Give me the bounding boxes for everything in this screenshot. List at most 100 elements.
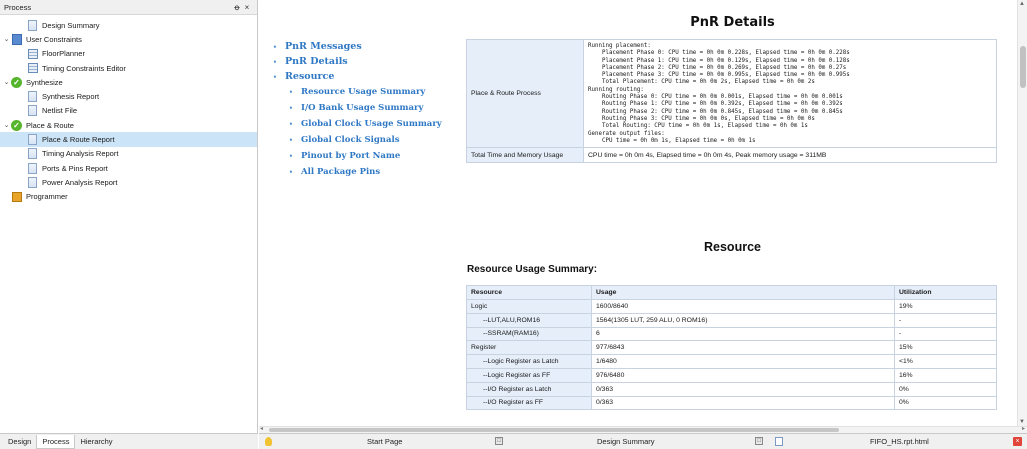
bullet-icon: • xyxy=(273,44,277,51)
toc-link[interactable]: Resource xyxy=(285,71,334,82)
tree-item[interactable]: ⌄ ✓ Synthesize xyxy=(0,75,257,89)
toc-sub-package-pins[interactable]: • All Package Pins xyxy=(273,164,442,180)
table-row: --Logic Register as Latch 1/6480 <1% xyxy=(466,354,997,369)
tree-item-label: Ports & Pins Report xyxy=(42,163,108,173)
tab-label: Design Summary xyxy=(597,437,655,446)
chevron-down-icon[interactable]: ⌄ xyxy=(2,121,11,129)
toc-item-pnr-messages[interactable]: • PnR Messages xyxy=(273,39,442,54)
table-cell-label: Total Time and Memory Usage xyxy=(466,147,584,164)
pin-icon[interactable]: ꝋ xyxy=(232,3,242,12)
tree-item[interactable]: Place & Route Report xyxy=(0,132,257,147)
tab-design-summary[interactable]: Design Summary □ xyxy=(509,434,769,449)
chevron-down-icon[interactable]: ⌄ xyxy=(2,78,11,86)
close-icon[interactable]: □ xyxy=(495,437,503,445)
table-cell: 977/6843 xyxy=(591,340,895,356)
tree-item-label: Power Analysis Report xyxy=(42,177,118,187)
toc-sub-global-clock-signals[interactable]: • Global Clock Signals xyxy=(273,132,442,148)
table-cell-value: Running placement: Placement Phase 0: CP… xyxy=(583,38,997,149)
tree-item[interactable]: Timing Constraints Editor xyxy=(0,61,257,75)
tab-start-page[interactable]: Start Page □ xyxy=(259,434,503,449)
toc-link[interactable]: All Package Pins xyxy=(301,167,380,177)
tree-item[interactable]: Synthesis Report xyxy=(0,89,257,103)
table-cell: 1/6480 xyxy=(591,354,895,369)
panel-header: Process ꝋ × xyxy=(0,0,257,15)
document-tabs: Start Page □ Design Summary □ FIFO_HS.rp… xyxy=(259,433,1027,449)
table-cell: Register xyxy=(466,340,592,356)
scroll-thumb[interactable] xyxy=(269,428,839,432)
table-cell: 6 xyxy=(591,326,895,342)
table-cell: 0% xyxy=(894,381,997,397)
scroll-left-icon[interactable]: ◂ xyxy=(260,425,263,432)
tree-item[interactable]: ⌄ User Constraints xyxy=(0,32,257,46)
tab-design[interactable]: Design xyxy=(3,435,36,449)
table-cell: 0/363 xyxy=(591,381,895,397)
tab-label: Start Page xyxy=(367,437,403,446)
table-cell: <1% xyxy=(894,354,997,369)
tree-item[interactable]: Power Analysis Report xyxy=(0,175,257,189)
chevron-down-icon[interactable]: ⌄ xyxy=(2,35,11,43)
table-row: Logic 1600/8640 19% xyxy=(466,299,997,314)
vertical-scrollbar[interactable]: ▲ ▼ xyxy=(1017,0,1027,426)
tab-process[interactable]: Process xyxy=(36,434,76,449)
table-cell: 1600/8640 xyxy=(591,299,895,314)
table-cell: 0% xyxy=(894,395,997,411)
scroll-thumb[interactable] xyxy=(1020,46,1026,88)
toc-sub-io-bank[interactable]: • I/O Bank Usage Summary xyxy=(273,100,442,116)
pnr-details-heading: PnR Details xyxy=(690,15,775,30)
close-icon[interactable]: × xyxy=(1013,437,1022,446)
tree-item[interactable]: Netlist File xyxy=(0,104,257,118)
tab-hierarchy[interactable]: Hierarchy xyxy=(75,435,117,449)
resource-usage-heading: Resource Usage Summary: xyxy=(467,264,598,275)
tree-item[interactable]: ⌄ ✓ Place & Route xyxy=(0,118,257,132)
scroll-right-icon[interactable]: ▸ xyxy=(1022,425,1025,432)
toc-link[interactable]: Global Clock Usage Summary xyxy=(301,119,442,129)
table-row: --LUT,ALU,ROM16 1564(1305 LUT, 259 ALU, 0… xyxy=(466,312,997,328)
toc-link[interactable]: Pinout by Port Name xyxy=(301,151,400,161)
floorplanner-icon xyxy=(27,48,38,59)
bullet-icon: • xyxy=(289,105,293,112)
bullet-icon: • xyxy=(289,153,293,160)
doc-icon xyxy=(27,134,38,146)
resource-heading: Resource xyxy=(704,240,761,254)
tree-item[interactable]: Timing Analysis Report xyxy=(0,147,257,161)
toc-item-resource[interactable]: • Resource xyxy=(273,69,442,84)
toc-sub-resource-usage[interactable]: • Resource Usage Summary xyxy=(273,84,442,100)
toc-link[interactable]: Resource Usage Summary xyxy=(301,87,425,97)
tree-item-label: Place & Route Report xyxy=(42,135,115,145)
tree-item[interactable]: FloorPlanner xyxy=(0,47,257,61)
table-cell-value: CPU time = 0h 0m 4s, Elapsed time = 0h 0… xyxy=(583,147,997,164)
toc-sub-global-clock-usage[interactable]: • Global Clock Usage Summary xyxy=(273,116,442,132)
check-icon: ✓ xyxy=(11,76,22,88)
table-cell: --Logic Register as FF xyxy=(466,367,592,383)
toc-link[interactable]: I/O Bank Usage Summary xyxy=(301,103,423,113)
tree-item[interactable]: Design Summary xyxy=(0,18,257,32)
table-cell: 0/363 xyxy=(591,395,895,411)
toc-link[interactable]: Global Clock Signals xyxy=(301,135,400,145)
toc-item-pnr-details[interactable]: • PnR Details xyxy=(273,54,442,69)
column-header: Usage xyxy=(591,285,895,300)
table-cell: 19% xyxy=(894,299,997,314)
bullet-icon: • xyxy=(273,59,277,66)
table-cell-label: Place & Route Process xyxy=(466,38,584,149)
tree-item-label: FloorPlanner xyxy=(42,49,85,59)
tree-item[interactable]: Programmer xyxy=(0,190,257,204)
table-header-row: Resource Usage Utilization xyxy=(466,285,997,300)
toc-sub-pinout[interactable]: • Pinout by Port Name xyxy=(273,148,442,164)
scroll-up-icon[interactable]: ▲ xyxy=(1019,1,1025,7)
table-row: --I/O Register as Latch 0/363 0% xyxy=(466,381,997,397)
table-cell: --SSRAM(RAM16) xyxy=(466,326,592,342)
tab-fifo-report[interactable]: FIFO_HS.rpt.html × xyxy=(769,434,1027,449)
toc-link[interactable]: PnR Messages xyxy=(285,41,362,52)
column-header: Resource xyxy=(466,285,592,300)
bullet-icon: • xyxy=(273,74,277,81)
constraints-icon xyxy=(11,33,22,45)
horizontal-scrollbar[interactable]: ◂ ▸ xyxy=(259,426,1027,433)
close-icon[interactable]: □ xyxy=(755,437,763,445)
table-cell: - xyxy=(894,312,997,328)
app-window: Process ꝋ × Design Summary ⌄ User Constrai… xyxy=(0,0,1027,449)
timing-editor-icon xyxy=(27,63,38,74)
tree-item[interactable]: Ports & Pins Report xyxy=(0,161,257,175)
report-toc: • PnR Messages • PnR Details • Resource • Re… xyxy=(273,39,442,180)
toc-link[interactable]: PnR Details xyxy=(285,56,348,67)
close-panel-icon[interactable]: × xyxy=(242,3,252,12)
